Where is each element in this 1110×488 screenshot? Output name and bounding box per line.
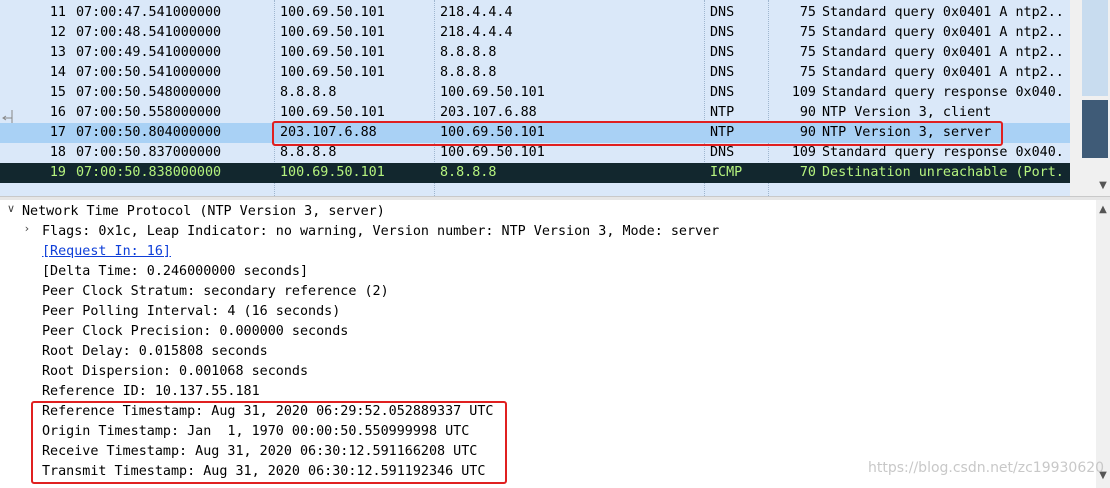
packet-proto-cell: NTP [710,125,735,140]
packet-proto-cell: NTP [710,105,735,120]
collapse-chevron-icon[interactable]: ∨ [4,202,18,215]
packet-len-cell: 75 [799,65,816,80]
packet-time-cell: 07:00:50.804000000 [76,125,222,140]
packet-info-cell: Destination unreachable (Port... [822,165,1066,180]
packet-details-pane[interactable]: ∨ Network Time Protocol (NTP Version 3, … [0,200,1096,488]
packet-len-cell: 109 [791,85,816,100]
packet-no-cell: 18 [49,145,66,160]
packet-info-cell: Standard query 0x0401 A ntp2... [822,25,1066,40]
packet-row[interactable]: 12 07:00:48.541000000 100.69.50.101 218.4.4… [0,23,1070,43]
packet-list[interactable]: 11 07:00:47.541000000 100.69.50.101 218.4.4… [0,0,1110,196]
packet-len-cell: 90 [799,105,816,120]
packet-dst-cell: 8.8.8.8 [440,165,497,180]
packet-src-cell: 8.8.8.8 [280,145,337,160]
packet-dst-cell: 8.8.8.8 [440,65,497,80]
packet-list-scrollbar[interactable] [1070,0,1110,196]
packet-dst-cell: 218.4.4.4 [440,5,513,20]
packet-no-cell: 12 [49,25,66,40]
packet-time-cell: 07:00:50.558000000 [76,105,222,120]
scroll-up-arrow-icon[interactable]: ▲ [1096,204,1110,215]
packet-row[interactable]: 19 07:00:50.838000000 100.69.50.101 8.8.8.8… [0,163,1070,183]
packet-len-cell: 75 [799,5,816,20]
packet-list-scroll-thumb[interactable] [1082,100,1108,158]
packet-time-cell: 07:00:50.837000000 [76,145,222,160]
stratum-field[interactable]: Peer Clock Stratum: secondary reference … [42,282,389,302]
ntp-tree-header[interactable]: Network Time Protocol (NTP Version 3, se… [22,202,385,222]
packet-time-cell: 07:00:50.548000000 [76,85,222,100]
packet-info-cell: NTP Version 3, server [822,125,992,140]
packet-proto-cell: DNS [710,5,735,20]
packet-len-cell: 90 [799,125,816,140]
packet-no-cell: 19 [49,165,66,180]
packet-row[interactable]: 15 07:00:50.548000000 8.8.8.8 100.69.50.101… [0,83,1070,103]
packet-time-cell: 07:00:48.541000000 [76,25,222,40]
packet-src-cell: 100.69.50.101 [280,65,385,80]
packet-info-cell: NTP Version 3, client [822,105,992,120]
packet-info-cell: Standard query 0x0401 A ntp2... [822,65,1066,80]
packet-info-cell: Standard query 0x0401 A ntp2... [822,45,1066,60]
packet-dst-cell: 100.69.50.101 [440,125,545,140]
packet-src-cell: 8.8.8.8 [280,85,337,100]
transmit-timestamp-field[interactable]: Transmit Timestamp: Aug 31, 2020 06:30:1… [42,462,485,482]
packet-time-cell: 07:00:47.541000000 [76,5,222,20]
packet-len-cell: 75 [799,25,816,40]
packet-info-cell: Standard query response 0x040... [822,85,1066,100]
packet-dst-cell: 203.107.6.88 [440,105,537,120]
packet-len-cell: 70 [799,165,816,180]
packet-no-cell: 17 [49,125,66,140]
packet-proto-cell: ICMP [710,165,743,180]
packet-no-cell: 11 [49,5,66,20]
packet-len-cell: 109 [791,145,816,160]
packet-src-cell: 100.69.50.101 [280,45,385,60]
packet-info-cell: Standard query 0x0401 A ntp2... [822,5,1066,20]
packet-len-cell: 75 [799,45,816,60]
packet-proto-cell: DNS [710,85,735,100]
packet-time-cell: 07:00:49.541000000 [76,45,222,60]
root-dispersion-field[interactable]: Root Dispersion: 0.001068 seconds [42,362,308,382]
packet-no-cell: 13 [49,45,66,60]
flags-field[interactable]: Flags: 0x1c, Leap Indicator: no warning,… [42,222,719,242]
packet-row[interactable]: 16 07:00:50.558000000 100.69.50.101 203.107… [0,103,1070,123]
packet-row[interactable]: 13 07:00:49.541000000 100.69.50.101 8.8.8.8… [0,43,1070,63]
clock-precision-field[interactable]: Peer Clock Precision: 0.000000 seconds [42,322,348,342]
scroll-down-arrow-icon[interactable]: ▼ [1096,178,1110,194]
packet-proto-cell: DNS [710,145,735,160]
packet-row[interactable]: 11 07:00:47.541000000 100.69.50.101 218.4.4… [0,3,1070,23]
packet-src-cell: 100.69.50.101 [280,5,385,20]
origin-timestamp-field[interactable]: Origin Timestamp: Jan 1, 1970 00:00:50.5… [42,422,469,442]
packet-row[interactable]: 14 07:00:50.541000000 100.69.50.101 8.8.8.8… [0,63,1070,83]
packet-row[interactable]: 17 07:00:50.804000000 203.107.6.88 100.69.5… [0,123,1070,143]
polling-interval-field[interactable]: Peer Polling Interval: 4 (16 seconds) [42,302,340,322]
packet-dst-cell: 8.8.8.8 [440,45,497,60]
packet-no-cell: 14 [49,65,66,80]
reference-id-field[interactable]: Reference ID: 10.137.55.181 [42,382,260,402]
packet-dst-cell: 100.69.50.101 [440,145,545,160]
details-scrollbar[interactable]: ▲ ▼ [1096,200,1110,488]
packet-row[interactable]: 18 07:00:50.837000000 8.8.8.8 100.69.50.101… [0,143,1070,163]
delta-time-field[interactable]: [Delta Time: 0.246000000 seconds] [42,262,308,282]
receive-timestamp-field[interactable]: Receive Timestamp: Aug 31, 2020 06:30:12… [42,442,477,462]
watermark: https://blog.csdn.net/zc19930620 [868,460,1105,476]
request-in-link[interactable]: [Request In: 16] [42,242,171,262]
packet-dst-cell: 100.69.50.101 [440,85,545,100]
packet-proto-cell: DNS [710,65,735,80]
expand-chevron-icon[interactable]: › [20,222,34,235]
packet-proto-cell: DNS [710,45,735,60]
packet-time-cell: 07:00:50.838000000 [76,165,222,180]
packet-src-cell: 203.107.6.88 [280,125,377,140]
packet-time-cell: 07:00:50.541000000 [76,65,222,80]
packet-proto-cell: DNS [710,25,735,40]
packet-no-cell: 15 [49,85,66,100]
reference-timestamp-field[interactable]: Reference Timestamp: Aug 31, 2020 06:29:… [42,402,493,422]
root-delay-field[interactable]: Root Delay: 0.015808 seconds [42,342,268,362]
packet-no-cell: 16 [49,105,66,120]
packet-src-cell: 100.69.50.101 [280,105,385,120]
packet-list-minimap[interactable] [1082,0,1108,96]
packet-src-cell: 100.69.50.101 [280,165,385,180]
packet-info-cell: Standard query response 0x040... [822,145,1066,160]
packet-dst-cell: 218.4.4.4 [440,25,513,40]
packet-src-cell: 100.69.50.101 [280,25,385,40]
